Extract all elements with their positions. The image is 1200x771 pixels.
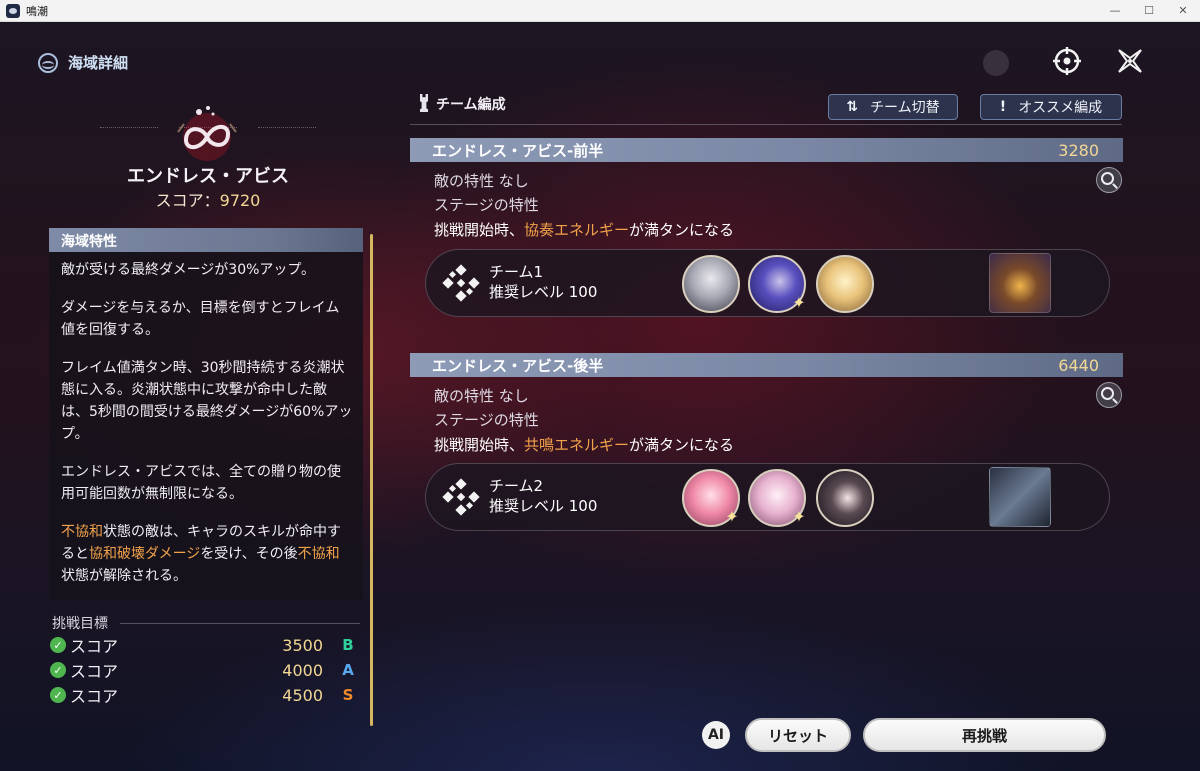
sea-traits-panel[interactable]: 海域特性 敵が受ける最終ダメージが30%アップ。 ダメージを与えるか、目標を倒す… <box>49 228 363 600</box>
team-card-1[interactable]: チーム1 推奨レベル 100 ✦ <box>425 249 1110 317</box>
rank-b-icon: B <box>342 636 354 654</box>
goal-row: ✓ スコア 4500 S <box>50 684 355 706</box>
effect-suffix: が満タンになる <box>629 436 735 454</box>
window-title: 鳴潮 <box>26 4 48 18</box>
reset-button[interactable]: リセット <box>745 718 851 752</box>
half-score: 3280 <box>1058 140 1099 160</box>
goal-value: 4500 <box>282 685 323 705</box>
check-icon: ✓ <box>50 637 66 653</box>
minimize-button[interactable]: — <box>1098 0 1132 22</box>
goal-row: ✓ スコア 4000 A <box>50 659 355 681</box>
blade-item-icon[interactable] <box>989 467 1051 527</box>
globe-icon <box>38 52 58 73</box>
sea-traits-body: 敵が受ける最終ダメージが30%アップ。 ダメージを与えるか、目標を倒すとフレイム… <box>49 252 363 587</box>
character-avatar[interactable] <box>816 255 874 313</box>
goal-row: ✓ スコア 3500 B <box>50 634 355 656</box>
team-divider <box>410 124 1122 125</box>
magnifier-icon[interactable] <box>1096 167 1122 193</box>
rank-s-icon: S <box>342 686 354 704</box>
traits-scrollbar[interactable] <box>370 234 373 726</box>
trait-text: を受け、その後 <box>200 546 298 562</box>
auto-battle-icon[interactable]: AI <box>702 721 730 749</box>
character-avatar[interactable] <box>682 255 740 313</box>
team-switch-label: チーム切替 <box>870 100 940 116</box>
exclamation-icon: ! <box>999 99 1007 115</box>
goal-value: 3500 <box>282 635 323 655</box>
app-icon <box>6 3 20 18</box>
effect-keyword: 協奏エネルギー <box>524 221 630 239</box>
recommended-team-label: オススメ編成 <box>1018 100 1103 116</box>
stage-name: エンドレス・アビス <box>127 166 289 187</box>
close-icon[interactable] <box>1113 44 1147 78</box>
team-switch-button[interactable]: ⇅ チーム切替 <box>828 94 958 120</box>
goal-label: スコア <box>70 637 119 656</box>
half-score: 6440 <box>1058 355 1099 375</box>
magnifier-icon[interactable] <box>1096 382 1122 408</box>
team-name: チーム2 <box>489 477 544 495</box>
first-half-bar: エンドレス・アビス-前半 3280 <box>410 138 1123 162</box>
page-title: 海域詳細 <box>38 52 128 73</box>
team-card-2[interactable]: チーム2 推奨レベル 100 ✦ ✦ <box>425 463 1110 531</box>
effect-keyword: 共鳴エネルギー <box>524 436 630 454</box>
goal-label: スコア <box>70 662 119 681</box>
page-title-text: 海域詳細 <box>68 54 129 72</box>
second-half-bar: エンドレス・アビス-後半 6440 <box>410 353 1123 377</box>
stage-score-label: スコア： <box>155 191 220 210</box>
maximize-button[interactable]: ☐ <box>1132 0 1166 22</box>
character-avatar[interactable] <box>816 469 874 527</box>
trait-paragraph: 敵が受ける最終ダメージが30%アップ。 <box>61 262 315 278</box>
stage-score-value: 9720 <box>219 191 261 210</box>
trait-paragraph: エンドレス・アビスでは、全ての贈り物の使用可能回数が無制限になる。 <box>61 464 341 502</box>
enemy-trait: 敵の特性 なし <box>434 172 529 190</box>
team-emblem-icon <box>442 264 480 302</box>
swap-icon: ⇅ <box>846 99 859 115</box>
rank-a-icon: A <box>342 661 354 679</box>
team-emblem-icon <box>442 478 480 516</box>
challenge-goals-label: 挑戦目標 <box>52 616 108 632</box>
stage-trait-label: ステージの特性 <box>434 411 539 429</box>
close-window-button[interactable]: ✕ <box>1166 0 1200 22</box>
game-viewport: 海域詳細 エンドレス・アビス スコア：9720 海域特性 敵が受ける最終ダメージ… <box>0 22 1200 771</box>
trait-paragraph: 不協和状態の敵は、キャラのスキルが命中すると協和破壊ダメージを受け、その後不協和… <box>61 521 353 587</box>
goal-value: 4000 <box>282 660 323 680</box>
team-recommended-level: 推奨レベル 100 <box>489 497 598 515</box>
check-icon: ✓ <box>50 687 66 703</box>
window-titlebar: 鳴潮 — ☐ ✕ <box>0 0 1200 22</box>
sparkle-icon: ✦ <box>725 507 739 526</box>
background-info-icon <box>983 50 1009 76</box>
recommended-team-button[interactable]: ! オススメ編成 <box>980 94 1122 120</box>
stage-trait-label: ステージの特性 <box>434 196 539 214</box>
window-controls: — ☐ ✕ <box>1098 0 1200 22</box>
rook-icon <box>418 94 430 114</box>
stage-score: スコア：9720 <box>60 187 356 211</box>
stage-effect: 挑戦開始時、協奏エネルギーが満タンになる <box>434 219 734 240</box>
effect-suffix: が満タンになる <box>629 221 735 239</box>
goals-divider <box>120 623 360 624</box>
half-title: エンドレス・アビス-前半 <box>432 141 604 160</box>
trait-text: 状態が解除される。 <box>61 568 187 584</box>
team-name: チーム1 <box>489 263 544 281</box>
goal-label: スコア <box>70 687 119 706</box>
enemy-trait: 敵の特性 なし <box>434 387 529 405</box>
lantern-item-icon[interactable] <box>989 253 1051 313</box>
keyword-dissonance: 不協和 <box>297 546 340 562</box>
check-icon: ✓ <box>50 662 66 678</box>
sea-traits-heading: 海域特性 <box>49 228 363 252</box>
effect-prefix: 挑戦開始時、 <box>434 221 525 239</box>
keyword-dissonance: 不協和 <box>61 524 103 540</box>
sparkle-icon: ✦ <box>792 293 806 312</box>
team-recommended-level: 推奨レベル 100 <box>489 283 598 301</box>
sparkle-icon: ✦ <box>792 507 806 526</box>
half-title: エンドレス・アビス-後半 <box>432 356 604 375</box>
keyword-harmony-break-damage: 協和破壊ダメージ <box>89 546 201 562</box>
retry-button[interactable]: 再挑戦 <box>863 718 1106 752</box>
trait-paragraph: ダメージを与えるか、目標を倒すとフレイム値を回復する。 <box>61 300 340 338</box>
team-formation-title: チーム編成 <box>436 97 506 113</box>
effect-prefix: 挑戦開始時、 <box>434 436 525 454</box>
target-icon[interactable] <box>1050 44 1084 78</box>
team-formation-heading: チーム編成 <box>418 94 506 114</box>
stage-effect: 挑戦開始時、共鳴エネルギーが満タンになる <box>434 434 734 455</box>
trait-paragraph: フレイム値満タン時、30秒間持続する炎潮状態に入る。炎潮状態中に攻撃が命中した敵… <box>61 360 353 442</box>
